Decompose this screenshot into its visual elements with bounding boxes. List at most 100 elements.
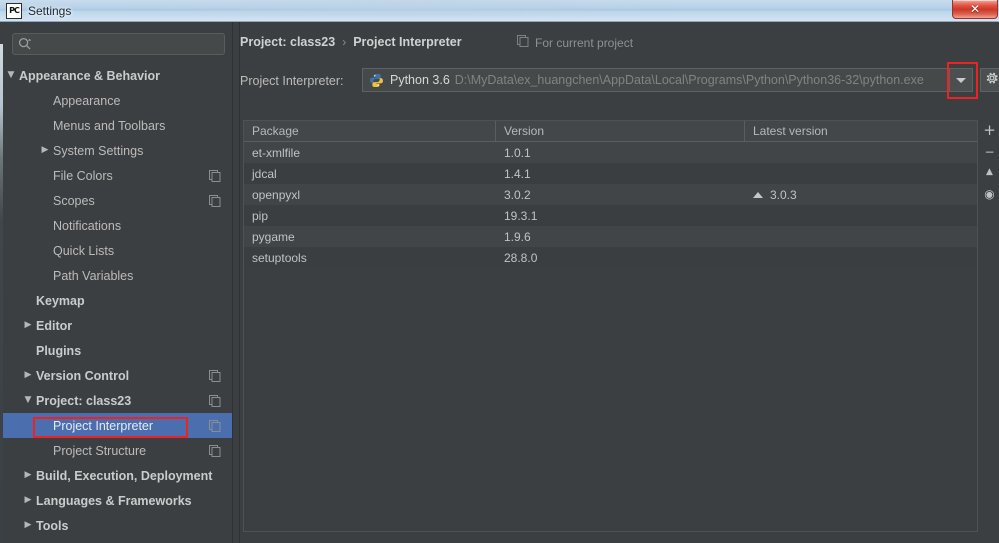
interpreter-dropdown-button[interactable]	[949, 68, 973, 92]
package-version-cell: 1.9.6	[504, 229, 531, 244]
chevron-right-icon[interactable]: ▶	[22, 320, 34, 332]
breadcrumb: Project: class23 › Project Interpreter	[240, 32, 462, 52]
chevron-right-icon[interactable]: ▶	[22, 470, 34, 482]
interpreter-settings-button[interactable]	[980, 68, 999, 92]
package-latest-version-cell	[745, 142, 977, 163]
copy-icon[interactable]	[209, 419, 221, 432]
copy-icon[interactable]	[209, 369, 221, 382]
content-panel: Project: class23 › Project Interpreter F…	[240, 22, 999, 543]
show-early-releases-button[interactable]: ◉	[980, 183, 999, 204]
breadcrumb-separator: ›	[342, 35, 347, 49]
package-version-cell: 3.0.2	[504, 187, 531, 202]
for-current-project-label: For current project	[535, 36, 634, 50]
package-version-cell: 28.8.0	[504, 250, 538, 265]
sidebar-item-label: Version Control	[36, 368, 130, 383]
package-name-cell: et-xmlfile	[252, 145, 301, 160]
sidebar-item-label: Editor	[36, 318, 73, 333]
table-row[interactable]: jdcal 1.4.1	[244, 163, 977, 184]
sidebar-item-build-execution-deployment[interactable]: ▶ Build, Execution, Deployment	[3, 463, 232, 488]
chevron-right-icon[interactable]: ▶	[22, 520, 34, 532]
chevron-down-icon[interactable]: ▼	[5, 70, 17, 82]
chevron-down-icon[interactable]: ▼	[22, 395, 34, 407]
packages-table-body: et-xmlfile 1.0.1 jdcal 1.4.1 openpyxl 3.0.2 3.…	[244, 142, 977, 268]
copy-icon[interactable]	[209, 169, 221, 182]
sidebar-item-menus-and-toolbars[interactable]: Menus and Toolbars	[3, 113, 232, 138]
pycharm-icon: PC	[6, 3, 22, 19]
sidebar-item-notifications[interactable]: Notifications	[3, 213, 232, 238]
sidebar-item-keymap[interactable]: Keymap	[3, 288, 232, 313]
interpreter-label: Project Interpreter:	[240, 74, 344, 88]
sidebar-item-label: Quick Lists	[53, 243, 115, 258]
sidebar-item-label: Languages & Frameworks	[36, 493, 192, 508]
sidebar-item-plugins[interactable]: Plugins	[3, 338, 232, 363]
gear-icon	[985, 71, 999, 90]
add-package-button[interactable]: +	[980, 120, 999, 141]
upgrade-available-icon	[753, 191, 763, 198]
copy-icon[interactable]	[209, 194, 221, 207]
sidebar-item-label: Menus and Toolbars	[53, 118, 166, 133]
table-row[interactable]: setuptools 28.8.0	[244, 247, 977, 268]
package-version-cell: 19.3.1	[504, 208, 538, 223]
copy-icon[interactable]	[209, 444, 221, 457]
aero-glass-sheen	[120, 0, 680, 16]
sidebar-item-label: Project Structure	[53, 443, 147, 458]
package-latest-version-label: 3.0.3	[770, 187, 797, 202]
sidebar-item-quick-lists[interactable]: Quick Lists	[3, 238, 232, 263]
chevron-down-icon	[956, 77, 966, 83]
interpreter-path: D:\MyData\ex_huangchen\AppData\Local\Pro…	[454, 73, 924, 87]
package-version-cell: 1.4.1	[504, 166, 531, 181]
sidebar-item-project-class23[interactable]: ▼ Project: class23	[3, 388, 232, 413]
table-row[interactable]: pip 19.3.1	[244, 205, 977, 226]
sidebar-item-label: Appearance & Behavior	[19, 68, 161, 83]
sidebar-item-project-interpreter[interactable]: Project Interpreter	[3, 413, 232, 438]
sidebar-item-path-variables[interactable]: Path Variables	[3, 263, 232, 288]
upgrade-package-button[interactable]: ▲	[980, 162, 999, 183]
chevron-right-icon[interactable]: ▶	[39, 145, 51, 157]
sidebar-item-editor[interactable]: ▶ Editor	[3, 313, 232, 338]
packages-toolbar: + − ▲ ◉	[980, 120, 999, 240]
packages-table-header: Package Version Latest version	[244, 121, 977, 142]
package-name-cell: setuptools	[252, 250, 307, 265]
search-input[interactable]	[37, 34, 223, 56]
chevron-right-icon[interactable]: ▶	[22, 495, 34, 507]
add-package-icon: +	[983, 121, 996, 139]
sidebar-item-label: System Settings	[53, 143, 144, 158]
package-latest-version-cell	[745, 247, 977, 268]
column-header-package[interactable]: Package	[244, 121, 496, 141]
interpreter-combobox[interactable]: Python 3.6 D:\MyData\ex_huangchen\AppDat…	[362, 68, 949, 92]
close-button[interactable]: ✕	[952, 0, 998, 19]
sidebar-item-label: Project: class23	[36, 393, 132, 408]
breadcrumb-root[interactable]: Project: class23	[240, 35, 335, 49]
settings-window: PC Settings ✕ ▼ Appearance & Behavior Appe…	[0, 0, 999, 543]
sidebar-item-appearance[interactable]: Appearance	[3, 88, 232, 113]
sidebar-item-tools[interactable]: ▶ Tools	[3, 513, 232, 538]
sidebar-item-version-control[interactable]: ▶ Version Control	[3, 363, 232, 388]
sidebar-item-label: Build, Execution, Deployment	[36, 468, 213, 483]
packages-table[interactable]: Package Version Latest version et-xmlfil…	[243, 120, 978, 532]
package-latest-version-cell	[745, 226, 977, 247]
remove-package-button[interactable]: −	[980, 141, 999, 162]
window-titlebar: PC Settings ✕	[0, 0, 999, 22]
sidebar-item-project-structure[interactable]: Project Structure	[3, 438, 232, 463]
search-box[interactable]	[12, 33, 225, 56]
table-row[interactable]: pygame 1.9.6	[244, 226, 977, 247]
column-header-version[interactable]: Version	[496, 121, 745, 141]
window-frame-edge	[0, 44, 3, 543]
sidebar-item-appearance-behavior[interactable]: ▼ Appearance & Behavior	[3, 63, 232, 88]
sidebar-item-label: Notifications	[53, 218, 122, 233]
table-row[interactable]: et-xmlfile 1.0.1	[244, 142, 977, 163]
panel-splitter[interactable]	[232, 22, 240, 543]
interpreter-row: Project Interpreter:	[240, 69, 344, 93]
sidebar-item-scopes[interactable]: Scopes	[3, 188, 232, 213]
breadcrumb-leaf: Project Interpreter	[353, 35, 462, 49]
copy-icon[interactable]	[209, 394, 221, 407]
settings-sidebar: ▼ Appearance & Behavior Appearance Menus an…	[3, 22, 232, 543]
table-row[interactable]: openpyxl 3.0.2 3.0.3	[244, 184, 977, 205]
sidebar-item-system-settings[interactable]: ▶ System Settings	[3, 138, 232, 163]
column-header-latest-version[interactable]: Latest version	[745, 121, 977, 141]
sidebar-item-label: File Colors	[53, 168, 113, 183]
package-latest-version-cell	[745, 163, 977, 184]
sidebar-item-file-colors[interactable]: File Colors	[3, 163, 232, 188]
sidebar-item-languages-frameworks[interactable]: ▶ Languages & Frameworks	[3, 488, 232, 513]
chevron-right-icon[interactable]: ▶	[22, 370, 34, 382]
